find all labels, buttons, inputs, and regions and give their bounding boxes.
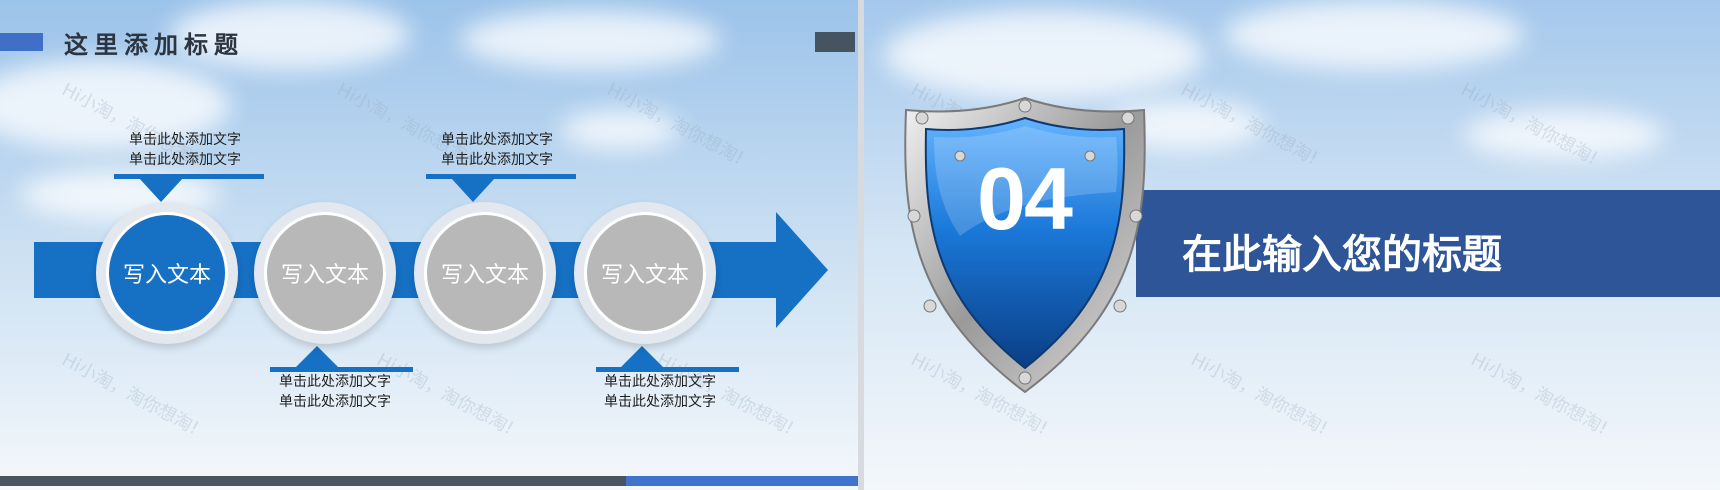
step-circle-1[interactable]: 写入文本 bbox=[96, 202, 238, 344]
callout-pointer bbox=[451, 178, 495, 202]
note-bottom-1: 单击此处添加文字 单击此处添加文字 bbox=[279, 374, 391, 410]
cloud bbox=[1224, 0, 1524, 70]
note-top-1: 单击此处添加文字 单击此处添加文字 bbox=[129, 132, 241, 168]
left-slide: Hi小淘，淘你想淘! Hi小淘，淘你想淘! Hi小淘，淘你想淘! Hi小淘，淘你… bbox=[0, 0, 858, 490]
step-circle-3[interactable]: 写入文本 bbox=[414, 202, 556, 344]
callout-line bbox=[114, 174, 264, 179]
step-label-3: 写入文本 bbox=[424, 212, 546, 334]
note-top-2: 单击此处添加文字 单击此处添加文字 bbox=[441, 132, 553, 168]
step-circle-4[interactable]: 写入文本 bbox=[574, 202, 716, 344]
section-title: 在此输入您的标题 bbox=[1182, 232, 1502, 278]
section-number: 04 bbox=[977, 149, 1073, 248]
step-label-1: 写入文本 bbox=[106, 212, 228, 334]
footer-bar-dark bbox=[0, 476, 626, 486]
callout-pointer bbox=[295, 346, 339, 368]
right-slide: Hi小淘，淘你想淘! Hi小淘，淘你想淘! Hi小淘，淘你想淘! Hi小淘，淘你… bbox=[864, 0, 1720, 490]
note-bottom-2: 单击此处添加文字 单击此处添加文字 bbox=[604, 374, 716, 410]
callout-pointer bbox=[139, 178, 183, 202]
footer-bar-blue bbox=[626, 476, 858, 486]
step-label-4: 写入文本 bbox=[584, 212, 706, 334]
step-circle-2[interactable]: 写入文本 bbox=[254, 202, 396, 344]
callout-line bbox=[426, 174, 576, 179]
callout-pointer bbox=[620, 346, 664, 368]
step-label-2: 写入文本 bbox=[264, 212, 386, 334]
